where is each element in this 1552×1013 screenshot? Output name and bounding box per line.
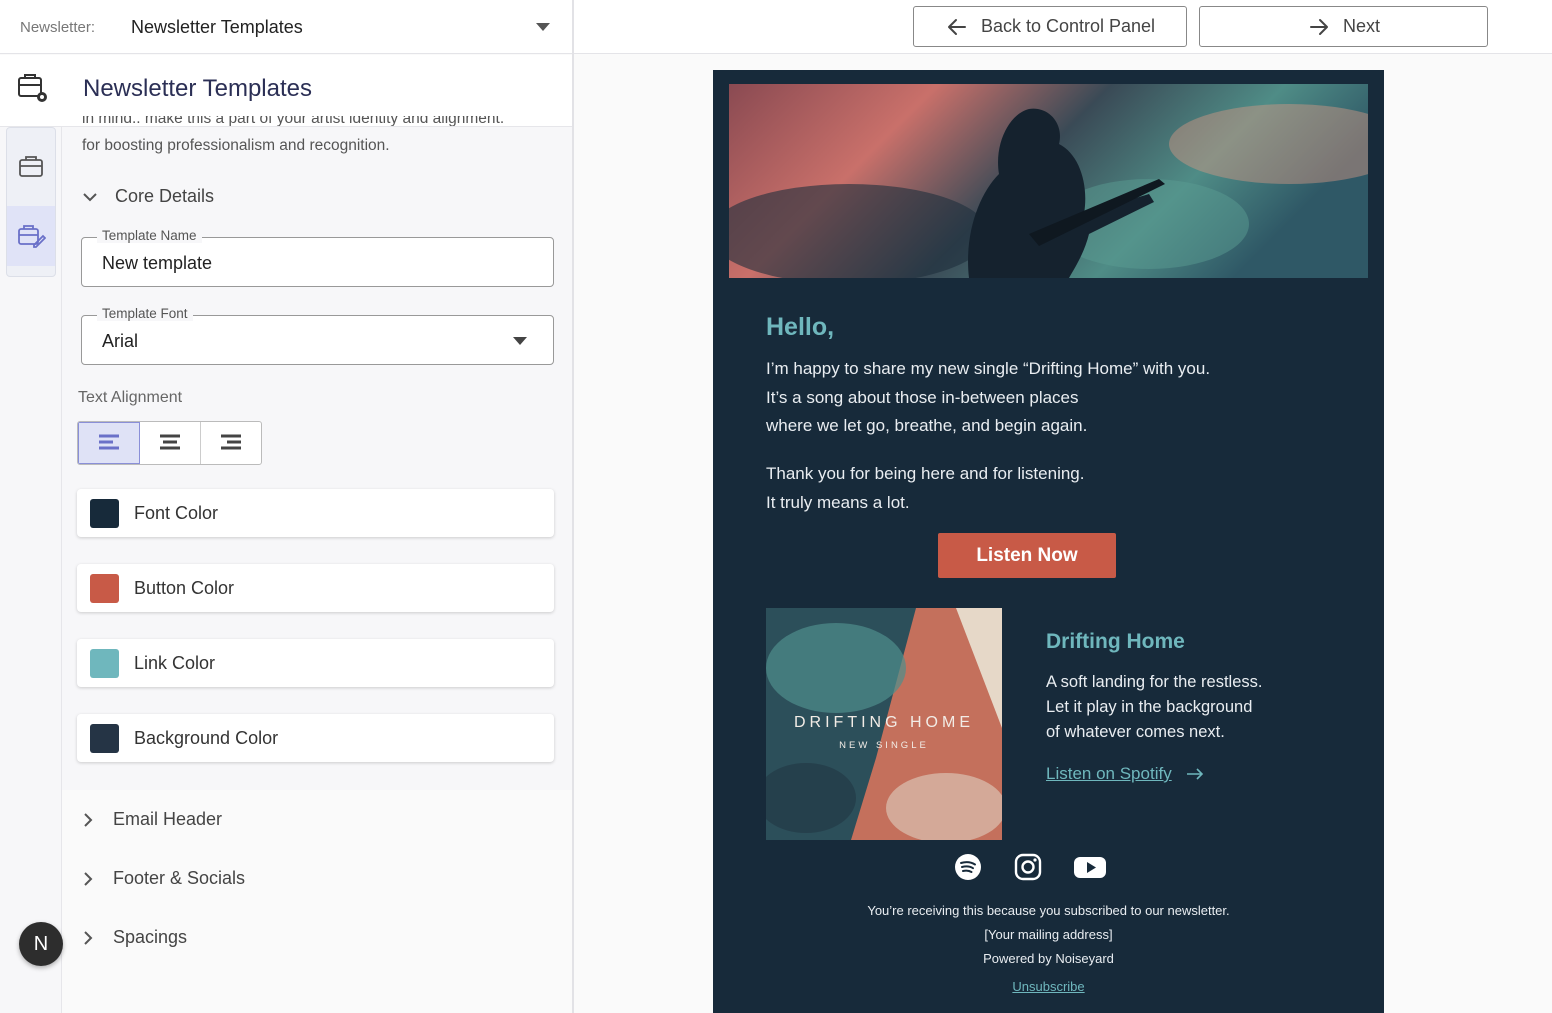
link-color-swatch xyxy=(90,648,119,678)
description-line: of whatever comes next. xyxy=(1046,723,1225,741)
link-color-picker[interactable]: Link Color xyxy=(77,639,554,687)
background-color-picker[interactable]: Background Color xyxy=(77,714,554,762)
spotify-link-label: Listen on Spotify xyxy=(1046,764,1172,783)
background-color-label: Background Color xyxy=(134,727,279,748)
social-icons xyxy=(953,852,1113,882)
template-name-label: Template Name xyxy=(97,228,202,243)
button-color-picker[interactable]: Button Color xyxy=(77,564,554,612)
chevron-right-icon xyxy=(84,812,93,827)
email-header-label: Email Header xyxy=(113,809,223,829)
arrow-left-icon xyxy=(947,18,966,35)
next-button[interactable]: Next xyxy=(1199,6,1488,47)
newsletter-label: Newsletter: xyxy=(20,19,96,36)
chevron-down-icon[interactable] xyxy=(536,23,550,31)
align-left-icon xyxy=(99,434,119,450)
spotify-icon[interactable] xyxy=(953,852,983,882)
spacings-label: Spacings xyxy=(113,927,188,947)
side-rail xyxy=(6,127,56,277)
font-color-picker[interactable]: Font Color xyxy=(77,489,554,537)
back-button-label: Back to Control Panel xyxy=(980,16,1156,36)
back-to-control-panel-button[interactable]: Back to Control Panel xyxy=(913,6,1187,47)
footer-subscription-note: You’re receiving this because you subscr… xyxy=(867,903,1230,918)
song-description: A soft landing for the restless. Let it … xyxy=(1046,670,1262,745)
paragraph-line: Thank you for being here and for listeni… xyxy=(766,464,1085,483)
panel-divider[interactable] xyxy=(572,0,574,1013)
footer-socials-toggle[interactable]: Footer & Socials xyxy=(79,868,245,889)
core-details-toggle[interactable]: Core Details xyxy=(81,186,214,207)
email-preview: Hello, I’m happy to share my new single … xyxy=(713,70,1384,1013)
chevron-right-icon xyxy=(84,871,93,886)
template-font-label: Template Font xyxy=(97,306,193,321)
link-color-label: Link Color xyxy=(134,652,216,673)
footer-powered-by: Powered by Noiseyard xyxy=(983,951,1114,966)
template-name-field[interactable]: Template Name New template xyxy=(81,228,554,287)
template-name-value: New template xyxy=(102,253,213,273)
email-paragraph-2: Thank you for being here and for listeni… xyxy=(766,460,1084,517)
footer-mailing-address: [Your mailing address] xyxy=(984,927,1113,942)
spacings-toggle[interactable]: Spacings xyxy=(79,927,187,948)
background-color-swatch xyxy=(90,723,119,753)
description-line: for boosting professionalism and recogni… xyxy=(82,137,390,154)
footer-socials-label: Footer & Socials xyxy=(113,868,246,888)
youtube-icon[interactable] xyxy=(1073,852,1107,882)
footer-unsubscribe: Unsubscribe xyxy=(713,979,1384,994)
listen-now-button[interactable]: Listen Now xyxy=(938,533,1116,578)
avatar[interactable]: N xyxy=(19,922,63,966)
rail-item-templates[interactable] xyxy=(7,136,55,196)
chevron-right-icon xyxy=(84,930,93,945)
email-paragraph-1: I’m happy to share my new single “Drifti… xyxy=(766,355,1210,441)
instagram-icon[interactable] xyxy=(1013,852,1043,882)
arrow-right-icon xyxy=(1186,768,1203,780)
description-line: A soft landing for the restless. xyxy=(1046,673,1263,691)
edit-template-icon xyxy=(18,225,46,248)
unsubscribe-link[interactable]: Unsubscribe xyxy=(1012,979,1084,994)
song-title: Drifting Home xyxy=(1046,630,1185,653)
arrow-right-icon xyxy=(1309,18,1328,35)
align-center-button[interactable] xyxy=(140,422,201,464)
newsletter-select[interactable]: Newsletter Templates xyxy=(131,17,303,38)
paragraph-line: I’m happy to share my new single “Drifti… xyxy=(766,359,1211,378)
chevron-down-icon xyxy=(83,192,97,201)
font-color-label: Font Color xyxy=(134,502,219,523)
button-color-swatch xyxy=(90,573,119,603)
top-bar: Newsletter: Newsletter Templates Back to… xyxy=(0,0,1552,54)
listen-on-spotify-link[interactable]: Listen on Spotify xyxy=(1046,764,1204,784)
button-color-label: Button Color xyxy=(134,577,235,598)
panel-title: Newsletter Templates xyxy=(83,75,312,102)
hero-image xyxy=(729,84,1368,278)
paragraph-line: It’s a song about those in-between place… xyxy=(766,387,1079,407)
email-greeting: Hello, xyxy=(766,313,835,341)
align-center-icon xyxy=(160,434,180,450)
text-alignment-group xyxy=(77,421,262,465)
album-subtitle: NEW SINGLE xyxy=(839,740,929,751)
briefcase-icon xyxy=(19,156,43,177)
paragraph-line: where we let go, breathe, and begin agai… xyxy=(766,416,1088,435)
font-color-swatch xyxy=(90,498,119,528)
email-header-toggle[interactable]: Email Header xyxy=(79,809,222,830)
template-font-value: Arial xyxy=(102,331,139,351)
album-cover: DRIFTING HOME NEW SINGLE xyxy=(766,608,1002,840)
paragraph-line: It truly means a lot. xyxy=(766,492,910,512)
description-line: in mind.. make this a part of your artis… xyxy=(82,116,505,126)
core-details-label: Core Details xyxy=(115,186,215,206)
panel-description: in mind.. make this a part of your artis… xyxy=(82,116,552,157)
align-right-icon xyxy=(221,434,241,450)
text-alignment-label: Text Alignment xyxy=(78,389,183,406)
next-button-label: Next xyxy=(1342,16,1380,36)
chevron-down-icon xyxy=(513,337,527,345)
album-title: DRIFTING HOME xyxy=(794,714,974,731)
align-left-button[interactable] xyxy=(78,422,140,464)
template-settings-icon xyxy=(18,74,47,102)
description-line: Let it play in the background xyxy=(1046,698,1253,716)
template-font-select[interactable]: Template Font Arial xyxy=(81,306,554,365)
rail-item-editor[interactable] xyxy=(7,206,55,266)
align-right-button[interactable] xyxy=(201,422,261,464)
